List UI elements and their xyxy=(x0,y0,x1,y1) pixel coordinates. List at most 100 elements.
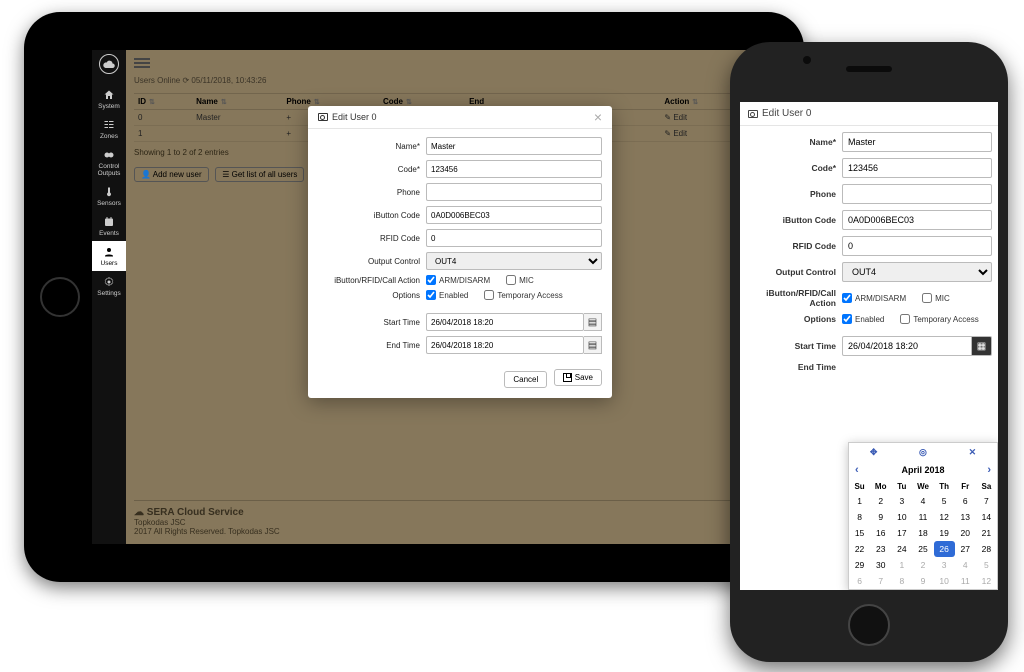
dp-day[interactable]: 29 xyxy=(849,557,870,573)
phone-home-button[interactable] xyxy=(848,604,890,646)
dp-month[interactable]: April 2018 xyxy=(901,465,944,475)
dp-day[interactable]: 30 xyxy=(870,557,891,573)
dp-day[interactable]: 2 xyxy=(870,493,891,509)
dp-day[interactable]: 4 xyxy=(955,557,976,573)
dp-day[interactable]: 25 xyxy=(912,541,933,557)
p-start-field[interactable] xyxy=(842,336,972,356)
dp-day[interactable]: 17 xyxy=(891,525,912,541)
p-label-phone: Phone xyxy=(746,189,842,199)
dp-day[interactable]: 11 xyxy=(955,573,976,589)
get-list-button[interactable]: ☰ Get list of all users xyxy=(215,167,304,182)
dp-day[interactable]: 11 xyxy=(912,509,933,525)
dp-day[interactable]: 18 xyxy=(912,525,933,541)
dp-dow: Th xyxy=(934,480,955,493)
dp-day[interactable]: 3 xyxy=(891,493,912,509)
idcard-icon xyxy=(318,113,328,121)
calendar-icon[interactable]: ▤ xyxy=(584,313,602,331)
start-field[interactable] xyxy=(426,313,584,331)
p-arm-check[interactable]: ARM/DISARM xyxy=(842,293,906,303)
dp-day[interactable]: 5 xyxy=(976,557,997,573)
cancel-button[interactable]: Cancel xyxy=(504,371,547,388)
dp-day[interactable]: 1 xyxy=(849,493,870,509)
dp-day[interactable]: 7 xyxy=(870,573,891,589)
dp-day[interactable]: 24 xyxy=(891,541,912,557)
p-temp-check[interactable]: Temporary Access xyxy=(900,314,978,324)
p-phone-field[interactable] xyxy=(842,184,992,204)
output-select[interactable]: OUT4 xyxy=(426,252,602,270)
dp-day[interactable]: 9 xyxy=(912,573,933,589)
dp-next-icon[interactable]: › xyxy=(987,464,991,476)
tablet-home-button[interactable] xyxy=(40,277,80,317)
dp-day[interactable]: 6 xyxy=(955,493,976,509)
dp-prev-icon[interactable]: ‹ xyxy=(855,464,859,476)
dp-day[interactable]: 10 xyxy=(891,509,912,525)
rfid-field[interactable] xyxy=(426,229,602,247)
dp-day[interactable]: 22 xyxy=(849,541,870,557)
dp-day[interactable]: 20 xyxy=(955,525,976,541)
dp-day[interactable]: 12 xyxy=(934,509,955,525)
end-field[interactable] xyxy=(426,336,584,354)
dp-day[interactable]: 28 xyxy=(976,541,997,557)
sidebar-item-sensors[interactable]: Sensors xyxy=(92,181,126,211)
p-enabled-check[interactable]: Enabled xyxy=(842,314,884,324)
save-button[interactable]: Save xyxy=(554,369,602,386)
phone-field[interactable] xyxy=(426,183,602,201)
p-rfid-field[interactable] xyxy=(842,236,992,256)
dp-day[interactable]: 3 xyxy=(934,557,955,573)
dp-day[interactable]: 26 xyxy=(934,541,955,557)
footer-brand: ☁ SERA Cloud Service xyxy=(134,507,760,518)
dp-day[interactable]: 2 xyxy=(912,557,933,573)
sidebar-item-users[interactable]: Users xyxy=(92,241,126,271)
dp-day[interactable]: 1 xyxy=(891,557,912,573)
dp-day[interactable]: 8 xyxy=(891,573,912,589)
dp-day[interactable]: 5 xyxy=(934,493,955,509)
arm-check[interactable]: ARM/DISARM xyxy=(426,275,490,285)
sidebar-item-zones[interactable]: Zones xyxy=(92,114,126,144)
th-name[interactable]: Name⇅ xyxy=(192,94,282,110)
dp-day[interactable]: 12 xyxy=(976,573,997,589)
dp-day[interactable]: 4 xyxy=(912,493,933,509)
dp-day[interactable]: 10 xyxy=(934,573,955,589)
dp-day[interactable]: 8 xyxy=(849,509,870,525)
p-name-field[interactable] xyxy=(842,132,992,152)
dp-day[interactable]: 6 xyxy=(849,573,870,589)
dp-day[interactable]: 15 xyxy=(849,525,870,541)
dp-dow: Sa xyxy=(976,480,997,493)
temp-check[interactable]: Temporary Access xyxy=(484,290,562,300)
add-user-button[interactable]: 👤 Add new user xyxy=(134,167,209,182)
calendar-icon[interactable]: ▦ xyxy=(972,336,992,356)
refresh-icon[interactable]: ⟳ xyxy=(182,76,189,85)
sidebar-item-control-outputs[interactable]: Control Outputs xyxy=(92,144,126,181)
sidebar-item-settings[interactable]: Settings xyxy=(92,271,126,301)
code-field[interactable] xyxy=(426,160,602,178)
dp-day[interactable]: 23 xyxy=(870,541,891,557)
mic-check[interactable]: MIC xyxy=(506,275,534,285)
status-time: 05/11/2018, 10:43:26 xyxy=(191,76,266,85)
label-name: Name xyxy=(318,142,426,151)
th-id[interactable]: ID⇅ xyxy=(134,94,192,110)
enabled-check[interactable]: Enabled xyxy=(426,290,468,300)
ibutton-field[interactable] xyxy=(426,206,602,224)
p-output-select[interactable]: OUT4 xyxy=(842,262,992,282)
dp-day[interactable]: 16 xyxy=(870,525,891,541)
dp-day[interactable]: 21 xyxy=(976,525,997,541)
hamburger-icon[interactable] xyxy=(134,56,150,70)
p-code-field[interactable] xyxy=(842,158,992,178)
p-mic-check[interactable]: MIC xyxy=(922,293,950,303)
dp-day[interactable]: 14 xyxy=(976,509,997,525)
sidebar-item-events[interactable]: Events xyxy=(92,211,126,241)
dp-close-icon[interactable]: ✕ xyxy=(969,447,977,458)
p-label-end: End Time xyxy=(746,362,842,372)
dp-today-icon[interactable]: ◎ xyxy=(919,447,927,458)
dp-day[interactable]: 7 xyxy=(976,493,997,509)
name-field[interactable] xyxy=(426,137,602,155)
dp-day[interactable]: 13 xyxy=(955,509,976,525)
sidebar-item-system[interactable]: System xyxy=(92,84,126,114)
calendar-icon[interactable]: ▤ xyxy=(584,336,602,354)
dp-day[interactable]: 27 xyxy=(955,541,976,557)
close-icon[interactable]: × xyxy=(594,112,602,122)
dp-day[interactable]: 9 xyxy=(870,509,891,525)
p-ibutton-field[interactable] xyxy=(842,210,992,230)
dp-day[interactable]: 19 xyxy=(934,525,955,541)
dp-move-icon[interactable]: ✥ xyxy=(870,447,878,458)
